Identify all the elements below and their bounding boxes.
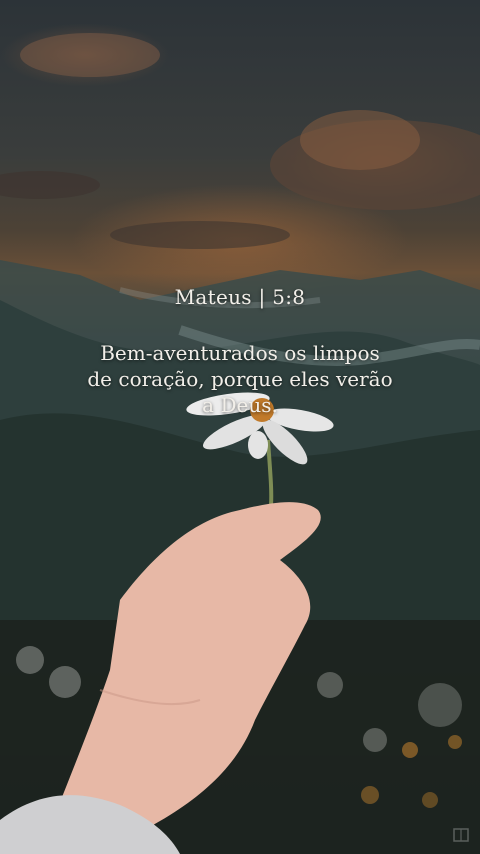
verse-text: Bem-aventurados os limpos de coração, po… [0,340,480,418]
hand-holding-daisy [0,392,334,854]
verse-line-2: de coração, porque eles verão [87,367,393,391]
app-logo-icon [453,828,469,842]
background-photo [0,0,480,854]
verse-line-3: a Deus. [202,393,278,417]
verse-line-1: Bem-aventurados os limpos [100,341,380,365]
verse-reference: Mateus | 5:8 [174,285,306,309]
